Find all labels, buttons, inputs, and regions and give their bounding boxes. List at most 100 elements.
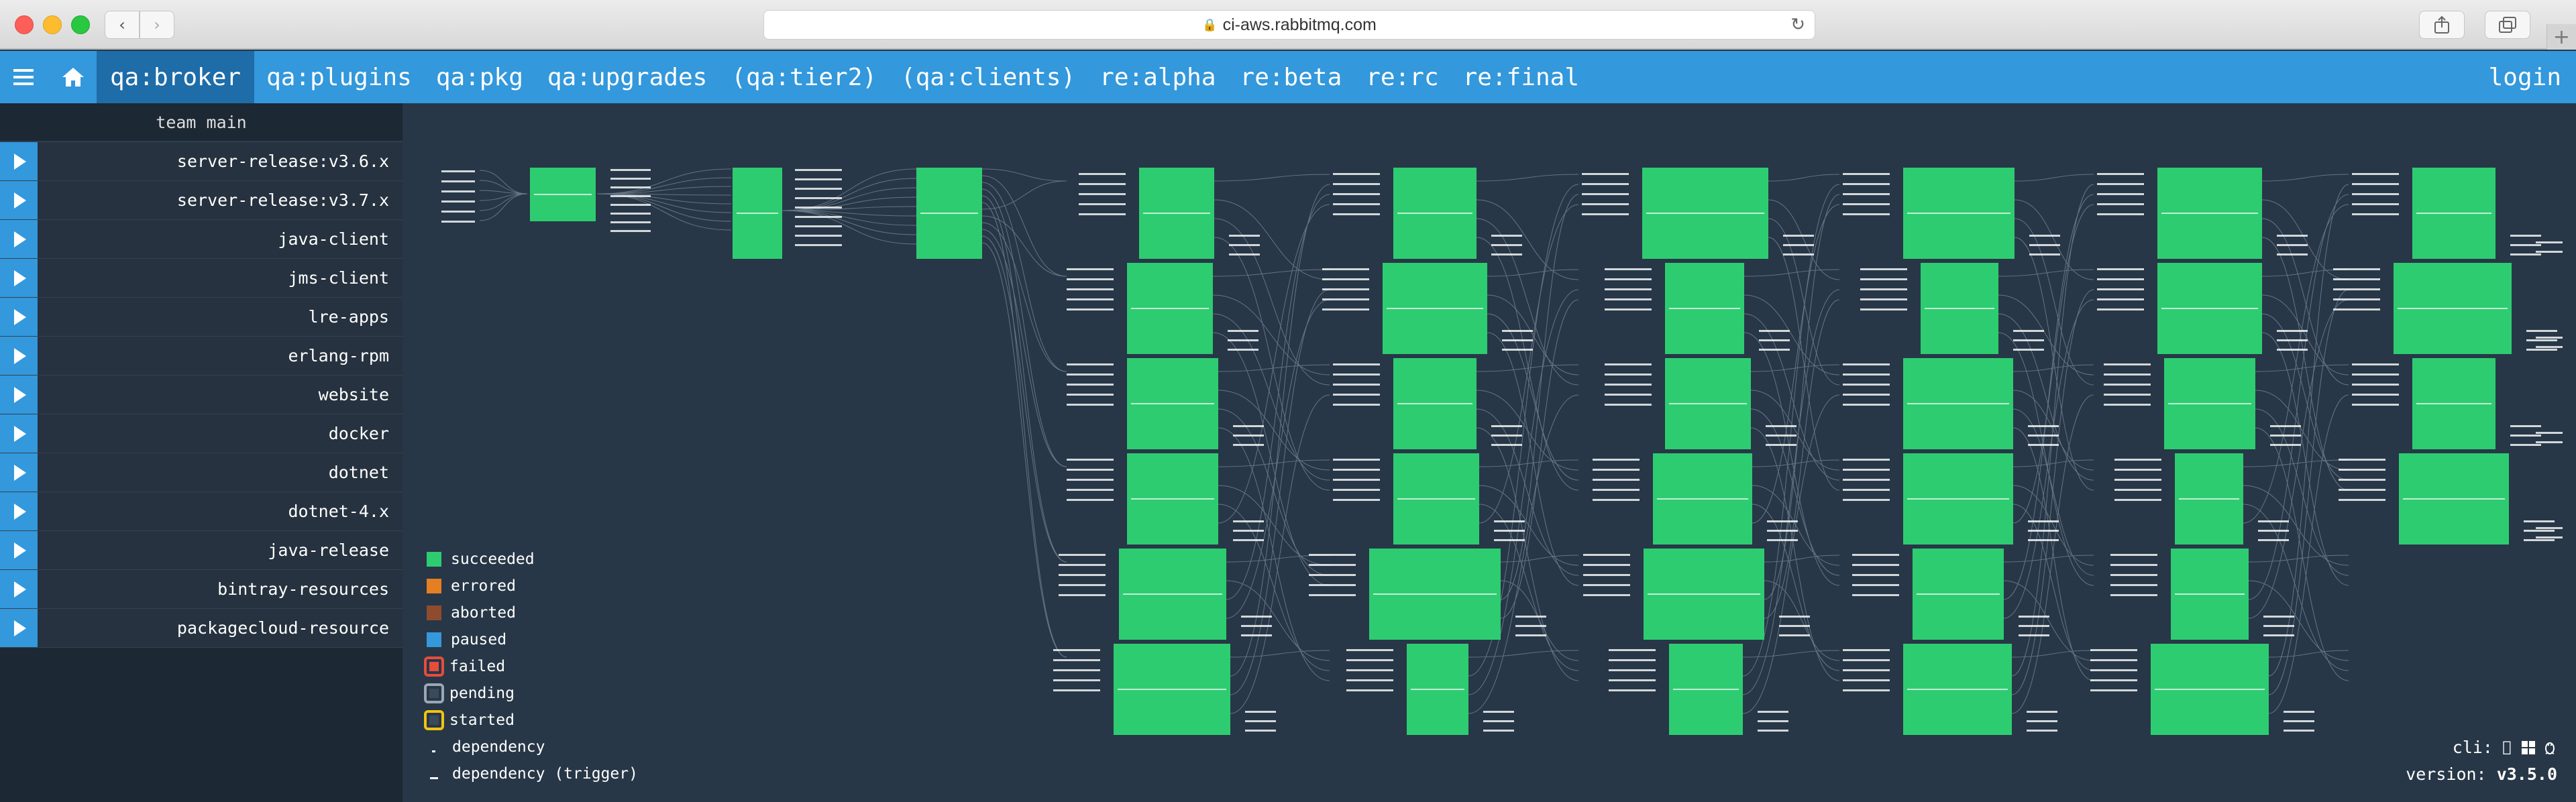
pipeline-tab[interactable]: qa:broker <box>97 51 255 103</box>
resource-label-mark <box>1860 278 1907 280</box>
resource-label-mark <box>2333 268 2380 270</box>
windows-icon[interactable] <box>2521 740 2536 756</box>
resource-label-mark <box>1067 298 1114 300</box>
apple-icon[interactable]:  <box>2500 739 2514 756</box>
pipeline-tab[interactable]: qa:upgrades <box>535 51 719 103</box>
pipeline-tab[interactable]: (qa:clients) <box>889 51 1087 103</box>
browser-share-button[interactable] <box>2419 11 2465 39</box>
resource-label-mark <box>1609 659 1656 661</box>
resource-label-mark <box>2097 183 2144 185</box>
dependency-line <box>1487 269 1579 277</box>
dependency-line <box>1468 650 1579 658</box>
sidebar-pipeline-label: lre-apps <box>308 307 389 327</box>
dependency-line <box>1500 555 1579 563</box>
dependency-line <box>2268 394 2349 714</box>
play-icon[interactable] <box>0 531 38 569</box>
job-name-mark <box>1648 593 1760 595</box>
window-maximize-button[interactable] <box>71 15 90 34</box>
window-close-button[interactable] <box>15 15 34 34</box>
job-name-mark <box>2403 498 2505 500</box>
sidebar-pipeline-item[interactable]: docker <box>0 414 402 453</box>
sidebar-pipeline-item[interactable]: erlang-rpm <box>0 337 402 376</box>
pipeline-tab[interactable]: (qa:tier2) <box>719 51 889 103</box>
home-button[interactable] <box>51 51 95 103</box>
resource-label-mark <box>2536 337 2563 339</box>
sidebar-pipeline-item[interactable]: packagecloud-resource <box>0 609 402 648</box>
resource-label-mark <box>2524 530 2555 532</box>
resource-label-mark <box>2114 469 2161 471</box>
dependency-line <box>2012 459 2094 467</box>
play-icon[interactable] <box>0 414 38 453</box>
sidebar-pipeline-item[interactable]: jms-client <box>0 259 402 298</box>
browser-tabs-button[interactable] <box>2485 11 2530 39</box>
sidebar-pipeline-item[interactable]: website <box>0 376 402 414</box>
play-icon[interactable] <box>0 570 38 608</box>
dependency-line <box>1476 174 1579 182</box>
sidebar-pipeline-item[interactable]: dotnet-4.x <box>0 492 402 531</box>
job-name-mark <box>1387 308 1483 309</box>
resource-label-mark <box>2114 459 2161 461</box>
login-link[interactable]: login <box>2489 51 2561 103</box>
legend-item: started <box>423 707 638 734</box>
play-icon[interactable] <box>0 220 38 258</box>
window-minimize-button[interactable] <box>43 15 62 34</box>
sidebar-pipeline-label: server-release:v3.7.x <box>176 190 389 210</box>
play-icon[interactable] <box>0 142 38 180</box>
resource-label-mark <box>1582 183 1629 185</box>
cli-download: cli:  <box>2453 738 2557 757</box>
play-icon[interactable] <box>0 298 38 336</box>
play-icon[interactable] <box>0 181 38 219</box>
pipeline-tab[interactable]: re:final <box>1451 51 1591 103</box>
pipeline-tab[interactable]: qa:plugins <box>254 51 424 103</box>
job-name-mark <box>2179 498 2239 500</box>
job-name-mark <box>534 194 592 195</box>
sidebar-pipeline-item[interactable]: server-release:v3.7.x <box>0 181 402 220</box>
resource-label-mark <box>1067 374 1114 376</box>
hamburger-menu-button[interactable] <box>0 51 47 103</box>
status-legend: succeeded errored aborted paused failed pendi… <box>423 546 638 787</box>
play-icon[interactable] <box>0 453 38 492</box>
sidebar-pipeline-item[interactable]: lre-apps <box>0 298 402 337</box>
job-name-mark <box>1669 308 1740 309</box>
resource-label-mark <box>1346 679 1393 681</box>
resource-label-mark <box>2352 193 2399 195</box>
play-icon[interactable] <box>0 376 38 414</box>
pipeline-tab[interactable]: qa:pkg <box>424 51 535 103</box>
sidebar-pipeline-item[interactable]: java-release <box>0 531 402 570</box>
dependency-line <box>1743 313 1840 481</box>
address-bar[interactable]: 🔒 ci-aws.rabbitmq.com ↻ <box>763 10 1815 40</box>
pipeline-canvas[interactable]: succeeded errored aborted paused failed pendi… <box>402 103 2576 802</box>
pipeline-tab[interactable]: re:rc <box>1354 51 1450 103</box>
pipeline-graph[interactable] <box>402 103 2576 802</box>
resource-label-mark <box>1843 499 1890 501</box>
resource-label-mark <box>2104 374 2151 376</box>
dependency-line <box>2012 204 2094 524</box>
resource-label-mark <box>1228 339 1258 341</box>
browser-forward-button[interactable]: › <box>140 11 174 39</box>
new-tab-button[interactable]: + <box>2546 24 2576 50</box>
resource-label-mark <box>1309 554 1356 556</box>
resource-label-mark <box>2090 679 2137 681</box>
sidebar-pipeline-item[interactable]: bintray-resources <box>0 570 402 609</box>
resource-label-mark <box>795 244 842 246</box>
sidebar-pipeline-item[interactable]: java-client <box>0 220 402 259</box>
resource-label-mark <box>1346 649 1393 651</box>
linux-icon[interactable] <box>2542 740 2557 756</box>
resource-label-mark <box>610 204 651 206</box>
sidebar-pipeline-item[interactable]: dotnet <box>0 453 402 492</box>
dependency-line <box>1226 580 1330 661</box>
pipeline-tab[interactable]: re:beta <box>1228 51 1354 103</box>
sidebar-pipeline-item[interactable]: server-release:v3.6.x <box>0 142 402 181</box>
play-icon[interactable] <box>0 337 38 375</box>
reload-icon[interactable]: ↻ <box>1790 15 1805 35</box>
resource-label-mark <box>2510 425 2541 427</box>
play-icon[interactable] <box>0 259 38 297</box>
dependency-line <box>981 175 1067 277</box>
play-icon[interactable] <box>0 492 38 530</box>
pipeline-tab[interactable]: re:alpha <box>1087 51 1228 103</box>
job-name-mark <box>2161 308 2258 309</box>
resource-label-mark <box>1779 634 1810 636</box>
play-icon[interactable] <box>0 609 38 647</box>
browser-back-button[interactable]: ‹ <box>105 11 140 39</box>
resource-label-mark <box>2526 339 2557 341</box>
